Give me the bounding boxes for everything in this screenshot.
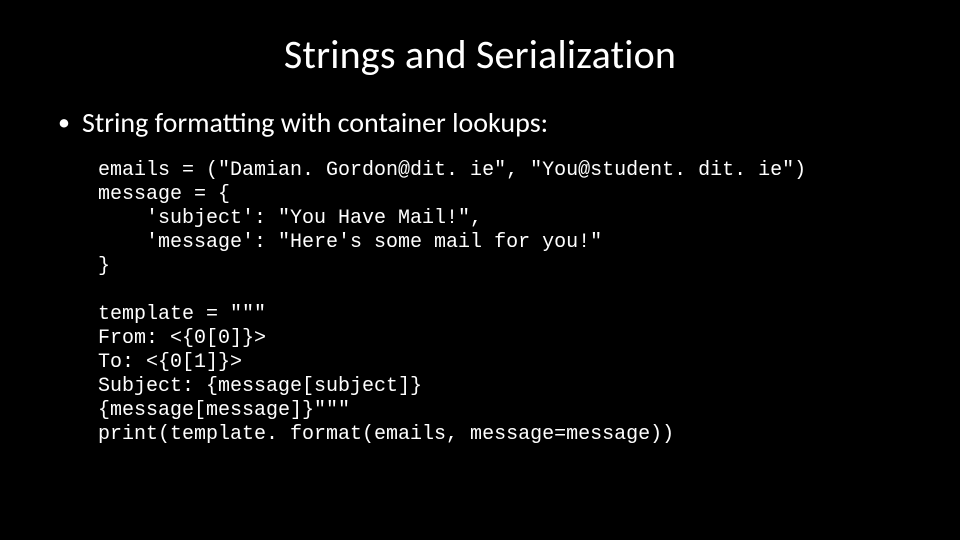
bullet-text: String formatting with container lookups… — [82, 107, 548, 139]
code-block-1: emails = ("Damian. Gordon@dit. ie", "You… — [50, 159, 910, 279]
bullet-item: • String formatting with container looku… — [50, 107, 910, 139]
slide-title: Strings and Serialization — [50, 30, 910, 79]
slide: Strings and Serialization • String forma… — [0, 0, 960, 540]
code-gap — [50, 279, 910, 303]
bullet-marker: • — [58, 107, 70, 139]
code-block-2: template = """ From: <{0[0]}> To: <{0[1]… — [50, 303, 910, 447]
